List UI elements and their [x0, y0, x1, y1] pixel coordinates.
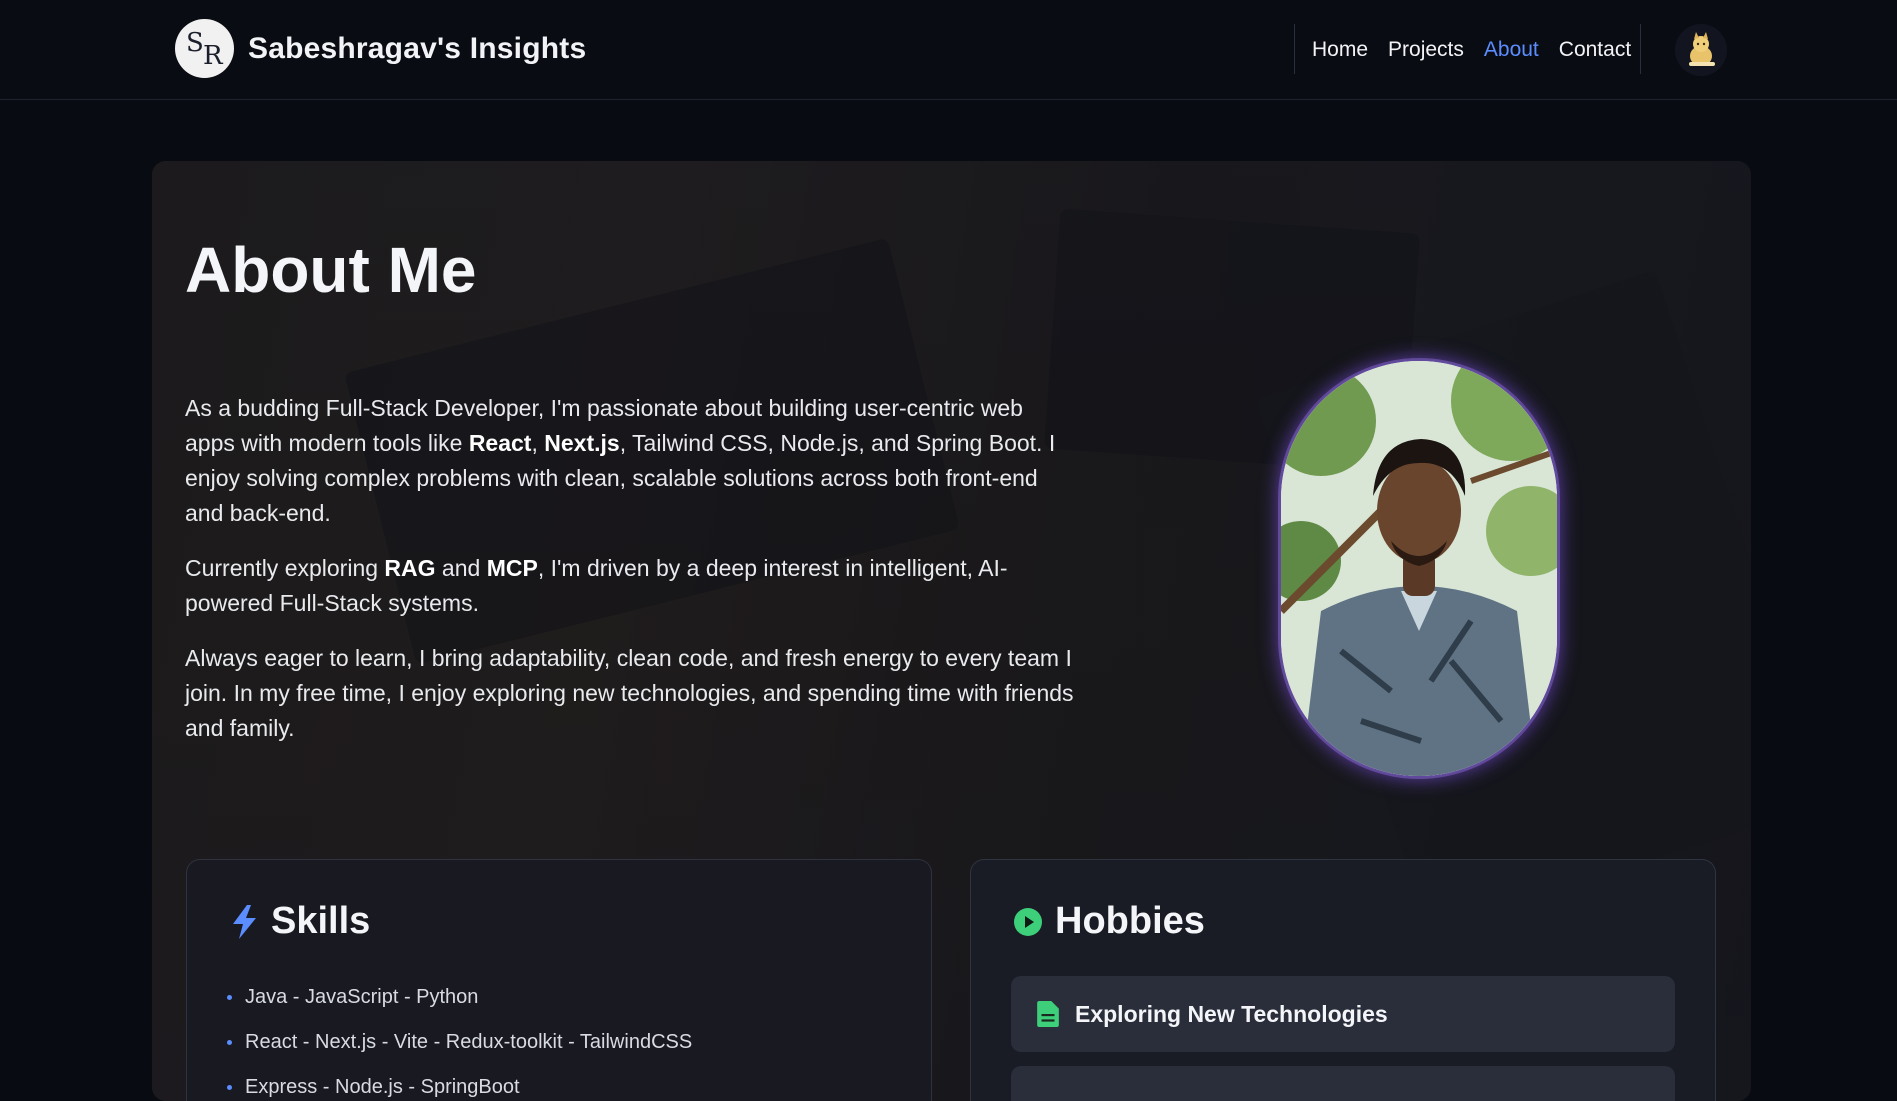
- nav-home[interactable]: Home: [1312, 38, 1368, 62]
- hobby-item[interactable]: [1011, 1066, 1675, 1101]
- play-circle-icon: [1014, 907, 1042, 936]
- about-paragraph: As a budding Full-Stack Developer, I'm p…: [185, 391, 1075, 531]
- about-highlight: Next.js: [544, 430, 620, 456]
- skills-card: Skills Java - JavaScript - Python React …: [186, 859, 932, 1101]
- page-title: About Me: [185, 234, 477, 306]
- hobby-item[interactable]: Exploring New Technologies: [1011, 976, 1675, 1052]
- nav-about[interactable]: About: [1484, 38, 1539, 62]
- about-text-segment: Always eager to learn, I bring adaptabil…: [185, 645, 1074, 741]
- skills-header: Skills: [229, 900, 370, 943]
- avatar-button[interactable]: [1675, 24, 1727, 76]
- about-highlight: RAG: [384, 555, 436, 581]
- list-item: Java - JavaScript - Python: [227, 975, 692, 1020]
- main-nav: Home Projects About Contact: [1312, 38, 1631, 62]
- profile-photo: [1281, 361, 1557, 776]
- site-header: S R Sabeshragav's Insights Home Projects…: [0, 0, 1897, 100]
- list-item: Express - Node.js - SpringBoot: [227, 1065, 692, 1101]
- about-highlight: React: [468, 430, 532, 456]
- nav-contact[interactable]: Contact: [1559, 38, 1631, 62]
- list-item: React - Next.js - Vite - Redux-toolkit -…: [227, 1020, 692, 1065]
- nav-projects[interactable]: Projects: [1388, 38, 1464, 62]
- about-description: As a budding Full-Stack Developer, I'm p…: [185, 391, 1075, 766]
- about-highlight: MCP: [486, 555, 538, 581]
- cat-avatar-icon: [1689, 32, 1715, 66]
- skills-title: Skills: [271, 900, 371, 942]
- site-title: Sabeshragav's Insights: [248, 31, 587, 65]
- logo-letter-s: S: [186, 28, 204, 58]
- document-icon: [1037, 1001, 1059, 1027]
- about-paragraph: Currently exploring RAG and MCP, I'm dri…: [185, 551, 1075, 621]
- nav-divider: [1640, 24, 1641, 74]
- about-text-segment: Currently exploring: [185, 555, 385, 581]
- logo: S R: [175, 19, 234, 78]
- logo-letter-r: R: [203, 41, 223, 71]
- hobbies-header: Hobbies: [1013, 900, 1205, 943]
- lightning-icon: [233, 904, 256, 939]
- brand[interactable]: S R Sabeshragav's Insights: [175, 19, 586, 78]
- profile-photo-illustration: [1281, 361, 1557, 776]
- hobbies-card: Hobbies Exploring New Technologies: [970, 859, 1716, 1101]
- hobby-label: Exploring New Technologies: [1075, 1000, 1388, 1027]
- about-text-segment: ,: [531, 430, 545, 456]
- nav-divider: [1294, 24, 1295, 74]
- skills-list: Java - JavaScript - Python React - Next.…: [227, 975, 692, 1101]
- about-section: About Me As a budding Full-Stack Develop…: [152, 161, 1751, 1101]
- about-text-segment: and: [435, 555, 487, 581]
- hobbies-title: Hobbies: [1055, 900, 1205, 942]
- about-paragraph: Always eager to learn, I bring adaptabil…: [185, 641, 1075, 746]
